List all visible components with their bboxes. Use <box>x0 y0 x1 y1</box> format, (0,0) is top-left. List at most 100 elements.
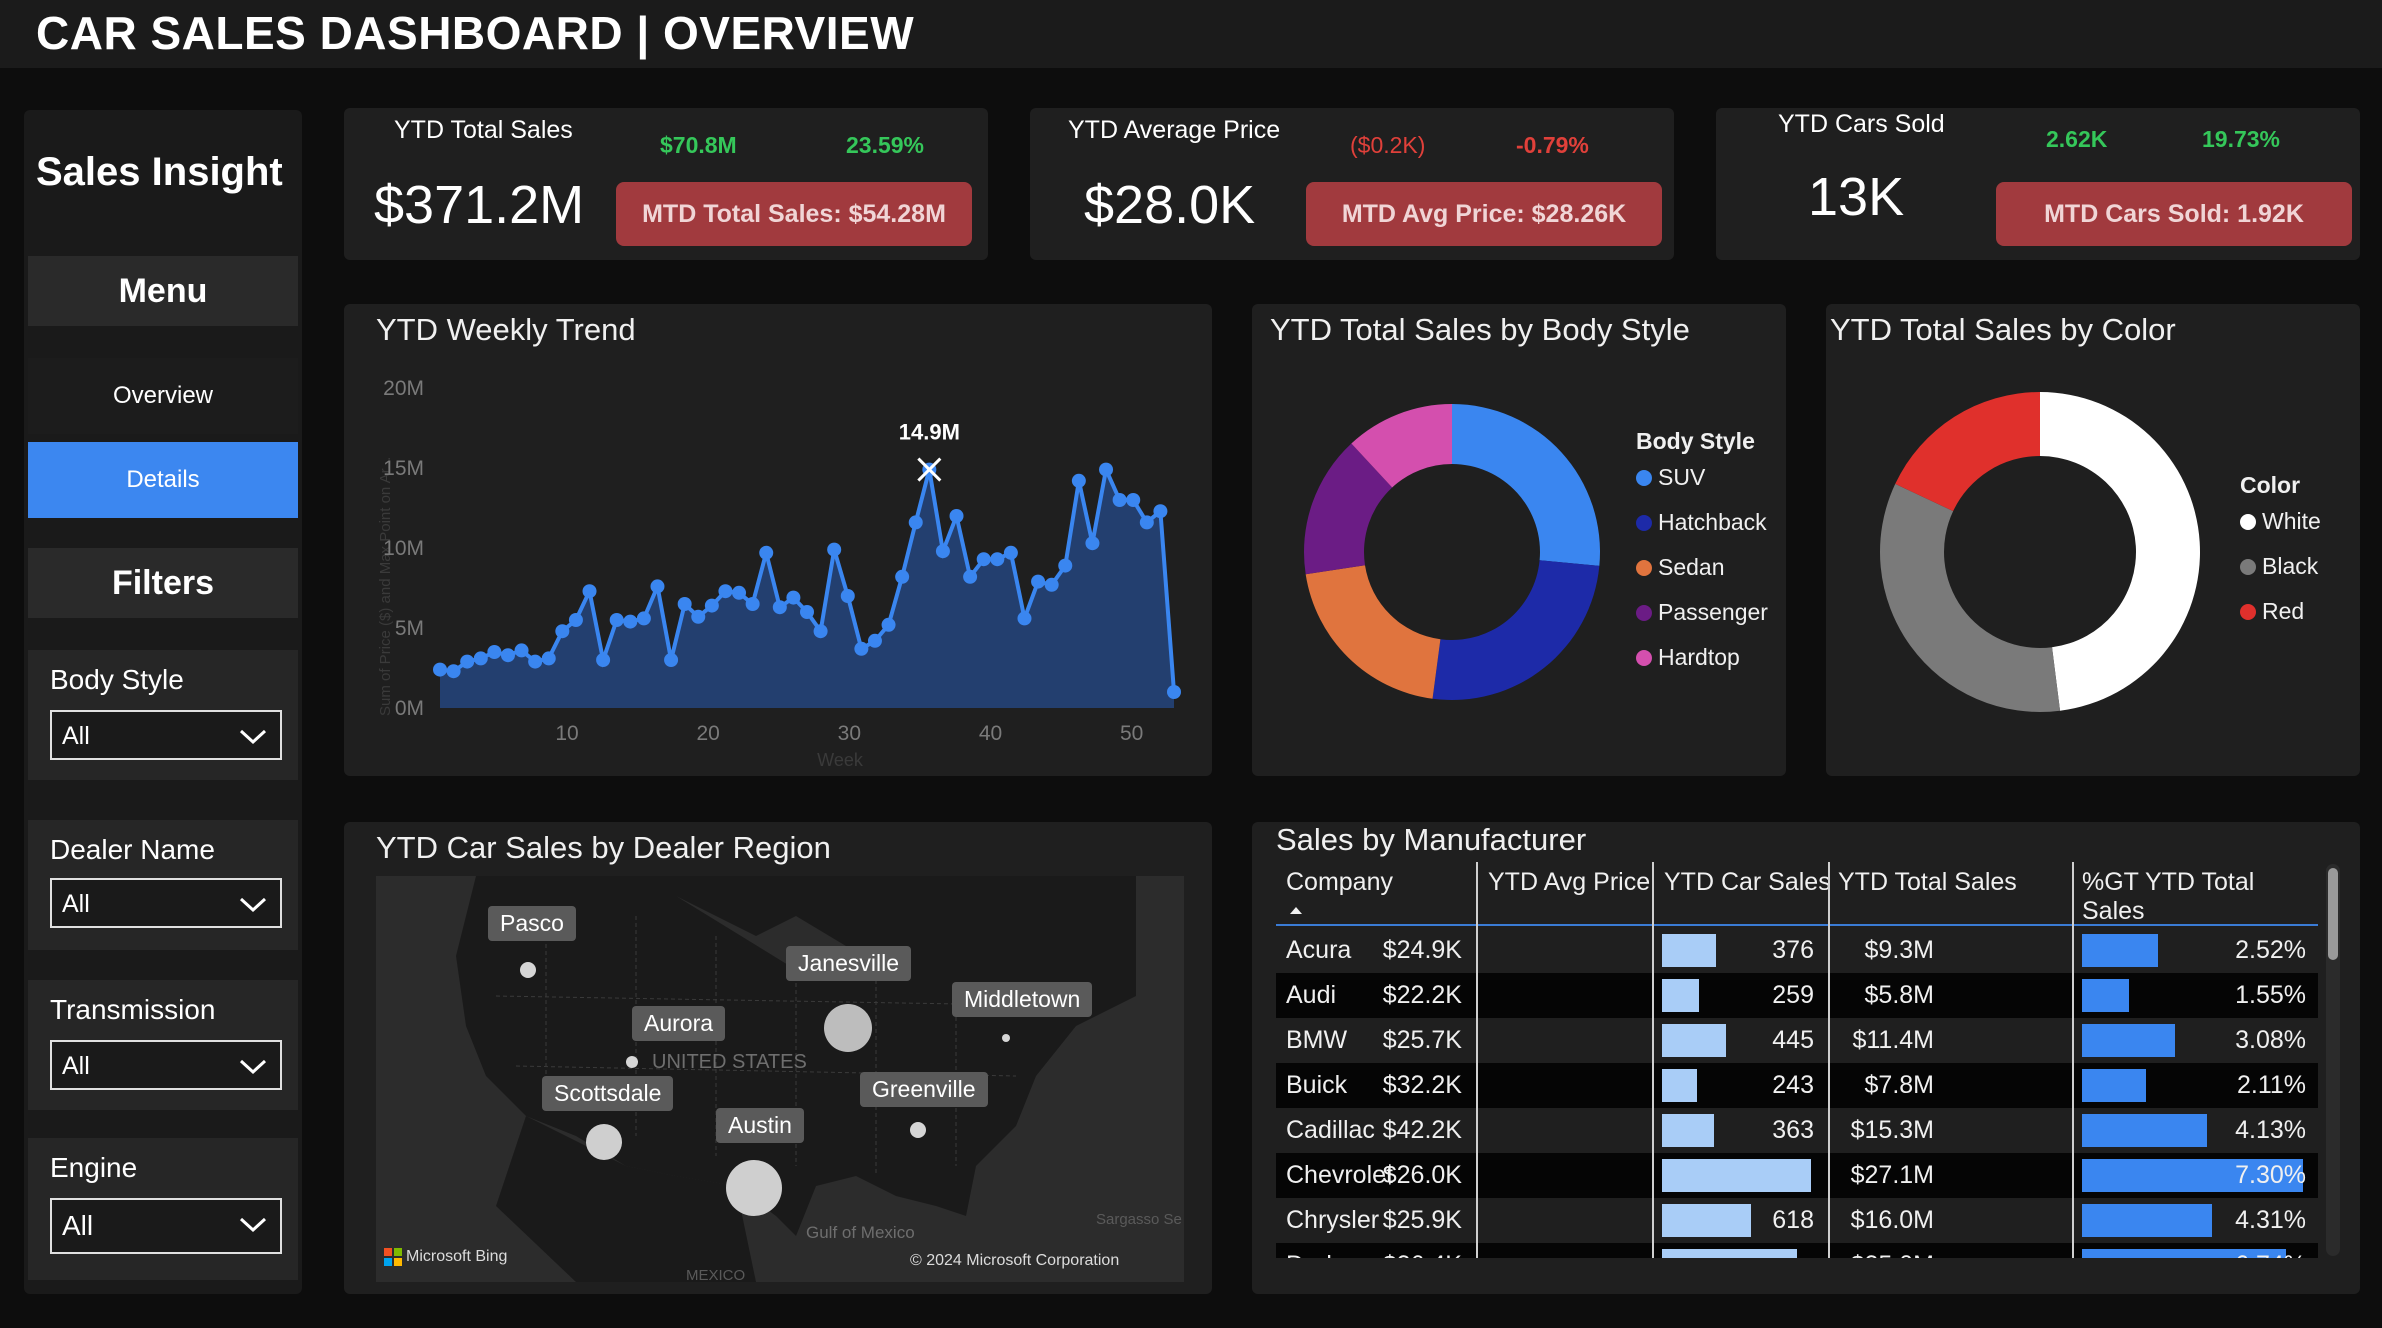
col-pct-total-sales[interactable]: %GT YTD Total Sales <box>2082 868 2318 926</box>
legend-item-hardtop[interactable]: Hardtop <box>1636 644 1740 671</box>
table-row[interactable]: Acura $24.9K 376 $9.3M 2.52% <box>1276 928 2318 973</box>
trend-point[interactable] <box>691 609 706 624</box>
trend-point[interactable] <box>704 598 719 613</box>
trend-point[interactable] <box>976 552 991 567</box>
trend-point[interactable] <box>990 552 1005 567</box>
trend-point[interactable] <box>718 584 733 599</box>
trend-point[interactable] <box>813 624 828 639</box>
trend-point[interactable] <box>1071 473 1086 488</box>
scrollbar-thumb[interactable] <box>2328 868 2338 960</box>
table-row[interactable]: Cadillac $42.2K 363 $15.3M 4.13% <box>1276 1108 2318 1153</box>
pasco-marker[interactable] <box>520 962 536 978</box>
austin-marker[interactable] <box>726 1160 782 1216</box>
legend-item-passenger[interactable]: Passenger <box>1636 599 1768 626</box>
trend-point[interactable] <box>677 597 692 611</box>
trend-point[interactable] <box>935 544 950 559</box>
trend-point[interactable] <box>1003 545 1018 560</box>
dealer-name-dropdown[interactable]: All <box>50 878 282 928</box>
trend-point[interactable] <box>867 633 882 648</box>
table-row[interactable]: Audi $22.2K 259 $5.8M 1.55% <box>1276 973 2318 1018</box>
trend-point[interactable] <box>854 641 869 656</box>
scottsdale-marker[interactable] <box>586 1124 622 1160</box>
table-row[interactable]: Chrysler $25.9K 618 $16.0M 4.31% <box>1276 1198 2318 1243</box>
nav-overview[interactable]: Overview <box>28 358 298 434</box>
trend-point[interactable] <box>623 614 638 629</box>
body-style-donut[interactable] <box>1252 304 1786 776</box>
trend-point[interactable] <box>963 569 978 584</box>
legend-item-black[interactable]: Black <box>2240 553 2318 580</box>
trend-point[interactable] <box>487 645 502 659</box>
weekly-trend-chart[interactable]: Sum of Price ($) and Max Point on Ar... … <box>344 304 1212 776</box>
trend-point[interactable] <box>555 624 570 639</box>
transmission-dropdown[interactable]: All <box>50 1040 282 1090</box>
trend-point[interactable] <box>1099 462 1114 477</box>
trend-point[interactable] <box>949 509 964 523</box>
trend-point[interactable] <box>908 515 923 530</box>
aurora-marker[interactable] <box>626 1056 638 1068</box>
trend-point[interactable] <box>827 542 842 557</box>
trend-point[interactable] <box>759 545 774 560</box>
trend-point[interactable] <box>1139 515 1154 530</box>
trend-point[interactable] <box>609 613 624 627</box>
nav-details[interactable]: Details <box>28 442 298 518</box>
trend-point[interactable] <box>528 654 543 669</box>
trend-point[interactable] <box>1126 493 1141 507</box>
legend-item-red[interactable]: Red <box>2240 598 2304 625</box>
trend-point[interactable] <box>636 611 651 626</box>
col-company[interactable]: Company <box>1286 868 1393 897</box>
trend-point[interactable] <box>473 651 488 666</box>
trend-point[interactable] <box>433 662 447 677</box>
table-row[interactable]: Buick $32.2K 243 $7.8M 2.11% <box>1276 1063 2318 1108</box>
trend-point[interactable] <box>745 597 760 611</box>
trend-point[interactable] <box>732 585 747 600</box>
slice-hatchback[interactable] <box>1432 560 1600 700</box>
table-scrollbar[interactable] <box>2326 864 2340 1256</box>
trend-point[interactable] <box>664 653 679 667</box>
table-row[interactable]: Chevrolet $26.0K $27.1M 7.30% <box>1276 1153 2318 1198</box>
trend-point[interactable] <box>568 613 583 627</box>
color-donut[interactable] <box>1826 304 2360 776</box>
trend-point[interactable] <box>786 590 801 605</box>
trend-point[interactable] <box>1031 574 1046 589</box>
trend-point[interactable] <box>446 664 461 679</box>
legend-item-suv[interactable]: SUV <box>1636 464 1705 491</box>
trend-point[interactable] <box>500 648 515 663</box>
trend-point[interactable] <box>650 579 665 594</box>
slice-white[interactable] <box>2040 392 2201 711</box>
legend-item-hatchback[interactable]: Hatchback <box>1636 509 1767 536</box>
trend-point[interactable] <box>1044 577 1059 592</box>
trend-point[interactable] <box>1112 493 1127 507</box>
greenville-marker[interactable] <box>910 1122 926 1138</box>
trend-point[interactable] <box>1167 685 1181 699</box>
trend-point[interactable] <box>541 651 556 666</box>
trend-point[interactable] <box>1153 504 1168 519</box>
trend-point[interactable] <box>895 569 910 584</box>
dealer-map[interactable]: UNITED STATES Gulf of Mexico Sargasso Se… <box>376 876 1184 1282</box>
trend-point[interactable] <box>1017 611 1032 626</box>
slice-sedan[interactable] <box>1305 565 1441 699</box>
trend-point[interactable] <box>596 653 611 667</box>
middletown-marker[interactable] <box>1002 1034 1010 1042</box>
trend-point[interactable] <box>514 643 529 658</box>
table-row[interactable]: Dodge$26.4K$25.0M6.74% <box>1276 1243 2318 1258</box>
trend-point[interactable] <box>800 605 814 619</box>
slice-suv[interactable] <box>1452 404 1600 566</box>
col-avg-price[interactable]: YTD Avg Price <box>1488 868 1650 897</box>
col-total-sales[interactable]: YTD Total Sales <box>1838 868 2017 897</box>
trend-point[interactable] <box>772 600 787 615</box>
trend-point[interactable] <box>582 584 597 599</box>
trend-point[interactable] <box>1058 558 1073 573</box>
trend-point[interactable] <box>881 617 896 632</box>
slice-black[interactable] <box>1880 483 2061 712</box>
engine-dropdown[interactable]: All <box>50 1198 282 1254</box>
slice-red[interactable] <box>1895 392 2040 512</box>
janesville-marker[interactable] <box>824 1004 872 1052</box>
trend-point[interactable] <box>1085 536 1100 551</box>
table-row[interactable]: BMW $25.7K 445 $11.4M 3.08% <box>1276 1018 2318 1063</box>
trend-point[interactable] <box>460 654 475 669</box>
legend-item-sedan[interactable]: Sedan <box>1636 554 1725 581</box>
trend-point[interactable] <box>840 589 855 603</box>
sort-ascending-icon[interactable] <box>1288 904 1304 916</box>
legend-item-white[interactable]: White <box>2240 508 2321 535</box>
body-style-dropdown[interactable]: All <box>50 710 282 760</box>
